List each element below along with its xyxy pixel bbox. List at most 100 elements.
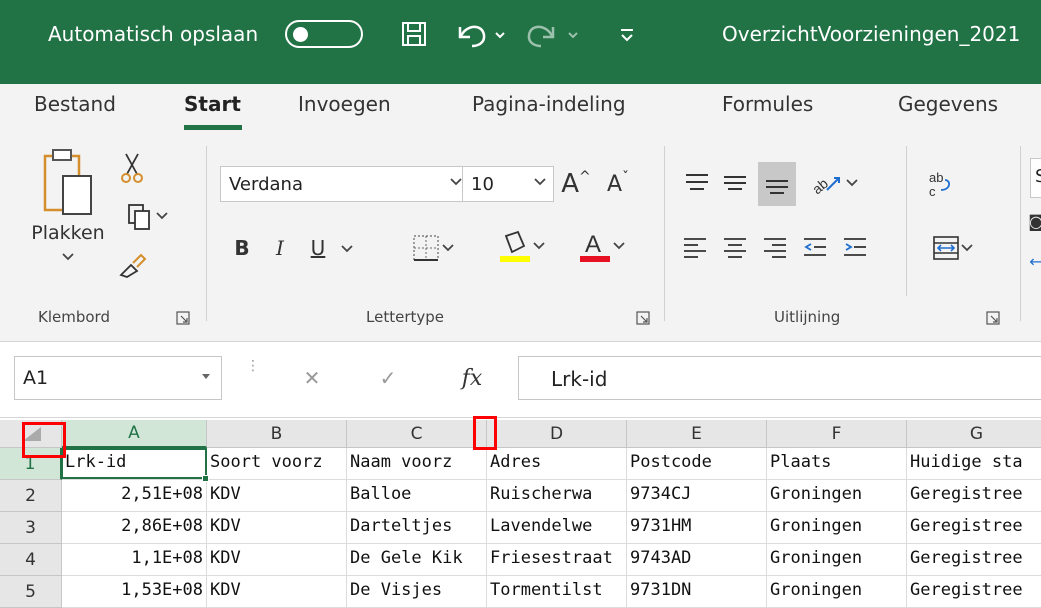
cell-b5[interactable]: KDV xyxy=(207,576,347,608)
shrink-font-button[interactable]: Aˇ xyxy=(600,164,636,204)
column-header-f[interactable]: F xyxy=(767,420,907,448)
cell-e1[interactable]: Postcode xyxy=(627,448,767,480)
row-header-1[interactable]: 1 xyxy=(0,448,62,480)
cell-d1[interactable]: Adres xyxy=(487,448,627,480)
align-left-button[interactable] xyxy=(676,228,714,266)
svg-text:ab: ab xyxy=(809,175,831,196)
cell-b4[interactable]: KDV xyxy=(207,544,347,576)
format-painter-button[interactable] xyxy=(112,244,152,284)
cell-a5[interactable]: 1,53E+08 xyxy=(62,576,207,608)
column-header-d[interactable]: D xyxy=(487,420,627,448)
underline-button[interactable]: U xyxy=(304,228,332,268)
font-size-combo[interactable]: 10 xyxy=(462,166,554,202)
column-header-c[interactable]: C xyxy=(347,420,487,448)
cell-b1[interactable]: Soort voorz xyxy=(207,448,347,480)
tab-pagina-indeling[interactable]: Pagina-indeling xyxy=(472,92,626,116)
autosave-toggle[interactable] xyxy=(285,20,363,48)
cancel-icon[interactable]: ✕ xyxy=(294,360,330,396)
cell-b3[interactable]: KDV xyxy=(207,512,347,544)
tab-gegevens[interactable]: Gegevens xyxy=(898,92,998,116)
currency-icon[interactable]: ◙ xyxy=(1028,206,1041,236)
cell-e2[interactable]: 9734CJ xyxy=(627,480,767,512)
undo-icon[interactable] xyxy=(450,18,510,50)
cell-g3[interactable]: Geregistree xyxy=(907,512,1041,544)
cell-g5[interactable]: Geregistree xyxy=(907,576,1041,608)
name-box[interactable]: A1 xyxy=(14,356,222,400)
column-header-a[interactable]: A xyxy=(62,420,207,448)
align-right-button[interactable] xyxy=(756,228,794,266)
decrease-indent-button[interactable] xyxy=(796,228,834,266)
fill-color-button[interactable] xyxy=(490,224,554,268)
column-header-e[interactable]: E xyxy=(627,420,767,448)
cell-c3[interactable]: Darteltjes xyxy=(347,512,487,544)
spreadsheet-grid: A B C D E F G 1 2 3 4 5 Lrk-id Soort voo… xyxy=(0,416,1041,608)
cut-button[interactable] xyxy=(112,148,152,188)
cell-a2[interactable]: 2,51E+08 xyxy=(62,480,207,512)
cell-e3[interactable]: 9731HM xyxy=(627,512,767,544)
splitter-handle[interactable]: ⋮ xyxy=(246,359,260,392)
column-header-b[interactable]: B xyxy=(207,420,347,448)
dialog-launcher-icon[interactable] xyxy=(636,311,650,325)
cell-a4[interactable]: 1,1E+08 xyxy=(62,544,207,576)
cell-d4[interactable]: Friesestraat xyxy=(487,544,627,576)
insert-function-button[interactable]: fx xyxy=(454,360,490,396)
cell-c5[interactable]: De Visjes xyxy=(347,576,487,608)
cell-c1[interactable]: Naam voorz xyxy=(347,448,487,480)
merge-center-button[interactable] xyxy=(918,228,988,268)
chevron-down-icon[interactable] xyxy=(340,244,354,254)
cell-d3[interactable]: Lavendelwe xyxy=(487,512,627,544)
orientation-button[interactable]: ab xyxy=(804,164,864,202)
cell-d5[interactable]: Tormentilst xyxy=(487,576,627,608)
cell-a1[interactable]: Lrk-id xyxy=(62,448,207,480)
bold-button[interactable]: B xyxy=(228,228,256,268)
copy-button[interactable] xyxy=(112,196,182,236)
cell-e5[interactable]: 9731DN xyxy=(627,576,767,608)
cell-g1[interactable]: Huidige sta xyxy=(907,448,1041,480)
wrap-text-button[interactable]: ab c xyxy=(920,164,960,204)
cell-f4[interactable]: Groningen xyxy=(767,544,907,576)
row-header-4[interactable]: 4 xyxy=(0,544,62,576)
decimal-icon[interactable]: ← xyxy=(1029,246,1041,276)
cell-g2[interactable]: Geregistree xyxy=(907,480,1041,512)
tab-bestand[interactable]: Bestand xyxy=(34,92,116,116)
font-name-combo[interactable]: Verdana xyxy=(220,166,470,202)
increase-indent-button[interactable] xyxy=(836,228,874,266)
cell-c2[interactable]: Balloe xyxy=(347,480,487,512)
dialog-launcher-icon[interactable] xyxy=(986,311,1000,325)
row-header-3[interactable]: 3 xyxy=(0,512,62,544)
paste-button[interactable]: Plakken xyxy=(30,146,106,294)
save-icon[interactable] xyxy=(396,18,432,50)
tab-formules[interactable]: Formules xyxy=(722,92,813,116)
fill-handle[interactable] xyxy=(202,475,209,482)
column-header-g[interactable]: G xyxy=(907,420,1041,448)
align-middle-button[interactable] xyxy=(718,166,752,200)
number-format-combo[interactable]: S xyxy=(1030,158,1041,198)
tab-start[interactable]: Start xyxy=(184,92,241,116)
borders-button[interactable] xyxy=(398,228,468,268)
font-color-button[interactable]: A xyxy=(570,224,634,268)
select-all-button[interactable] xyxy=(0,420,62,448)
customize-toolbar-icon[interactable] xyxy=(616,18,640,50)
cell-f3[interactable]: Groningen xyxy=(767,512,907,544)
align-center-button[interactable] xyxy=(716,228,754,266)
cell-b2[interactable]: KDV xyxy=(207,480,347,512)
tab-invoegen[interactable]: Invoegen xyxy=(298,92,391,116)
cell-d2[interactable]: Ruischerwa xyxy=(487,480,627,512)
cell-a3[interactable]: 2,86E+08 xyxy=(62,512,207,544)
row-header-2[interactable]: 2 xyxy=(0,480,62,512)
formula-input[interactable]: Lrk-id xyxy=(518,356,1041,400)
row-header-5[interactable]: 5 xyxy=(0,576,62,608)
cell-f1[interactable]: Plaats xyxy=(767,448,907,480)
cell-f5[interactable]: Groningen xyxy=(767,576,907,608)
align-top-button[interactable] xyxy=(680,166,714,200)
dialog-launcher-icon[interactable] xyxy=(176,311,190,325)
enter-icon[interactable]: ✓ xyxy=(370,360,406,396)
italic-button[interactable]: I xyxy=(266,228,294,268)
cell-c4[interactable]: De Gele Kik xyxy=(347,544,487,576)
cell-f2[interactable]: Groningen xyxy=(767,480,907,512)
align-bottom-button[interactable] xyxy=(758,162,796,206)
cell-g4[interactable]: Geregistree xyxy=(907,544,1041,576)
redo-icon[interactable] xyxy=(522,18,584,50)
grow-font-button[interactable]: A ^ xyxy=(558,164,594,204)
cell-e4[interactable]: 9743AD xyxy=(627,544,767,576)
